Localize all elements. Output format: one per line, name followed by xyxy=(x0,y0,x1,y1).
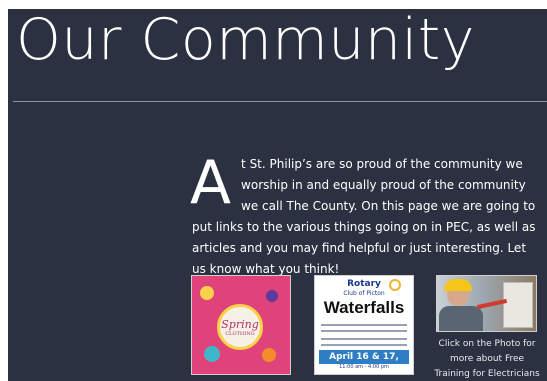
hard-hat-icon xyxy=(444,279,472,291)
poster-fine-print xyxy=(321,324,407,326)
spring-clothing-thumbnail[interactable]: Spring CLOTHING xyxy=(191,275,291,375)
community-page: Our Community A t St. Philip’s are so pr… xyxy=(8,9,547,381)
poster-fine-print xyxy=(321,344,407,346)
rotary-club: Club of Picton xyxy=(343,290,385,297)
title-divider xyxy=(13,101,547,102)
page-title: Our Community xyxy=(16,9,475,73)
decor-dot xyxy=(200,286,214,300)
rotary-waterfalls-thumbnail[interactable]: Rotary Club of Picton Waterfalls April 1… xyxy=(314,275,414,375)
decor-dot xyxy=(266,290,278,302)
spring-badge: Spring CLOTHING xyxy=(217,304,263,350)
electrician-caption: Click on the Photo for more about Free T… xyxy=(434,339,540,379)
rotary-time: 11:00 am - 4:00 pm xyxy=(339,364,389,370)
worker-body xyxy=(439,306,483,331)
rotary-headline: Waterfalls xyxy=(323,298,405,317)
electrician-photo[interactable] xyxy=(436,275,537,332)
intro-text: t St. Philip’s are so proud of the commu… xyxy=(192,157,536,276)
rotary-dates: April 16 & 17, 2022 xyxy=(319,350,409,374)
poster-fine-print xyxy=(321,338,407,340)
poster-fine-print xyxy=(321,330,407,332)
spring-title: Spring xyxy=(221,318,259,331)
decor-dot xyxy=(262,348,276,362)
rotary-org: Rotary xyxy=(347,279,381,289)
intro-paragraph: A t St. Philip’s are so proud of the com… xyxy=(190,148,540,280)
decor-dot xyxy=(204,346,220,362)
spring-subtitle: CLOTHING xyxy=(225,331,255,337)
drop-cap: A xyxy=(190,148,232,218)
electrical-panel xyxy=(503,282,533,328)
